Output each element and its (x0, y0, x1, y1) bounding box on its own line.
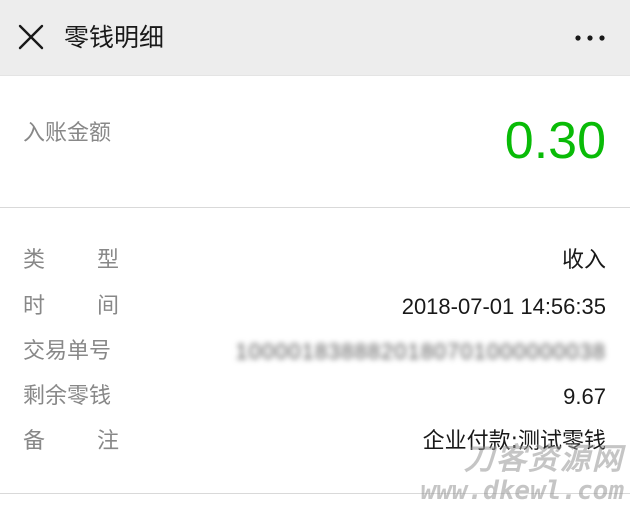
order-number-value[interactable]: 1000018388820180701000000038 (235, 332, 606, 372)
note-label-char-2: 注 (96, 429, 119, 454)
top-navigation-bar: 零钱明细 (0, 0, 630, 76)
time-label-char-2: 间 (96, 294, 119, 319)
amount-value: 0.30 (504, 112, 606, 170)
type-label-char-1: 类 (23, 248, 46, 273)
type-label: 类 型 (23, 241, 119, 281)
type-label-char-2: 型 (96, 248, 119, 273)
detail-row-type: 类 型 收入 (0, 241, 630, 281)
note-label-char-1: 备 (23, 429, 46, 454)
more-options-button[interactable] (572, 26, 608, 50)
note-label: 备 注 (23, 422, 119, 462)
type-value: 收入 (561, 248, 606, 273)
order-number-label: 交易单号 (23, 339, 112, 364)
time-value: 2018-07-01 14:56:35 (401, 294, 606, 319)
detail-row-order-number: 交易单号 1000018388820180701000000038 (0, 332, 630, 372)
time-label-char-1: 时 (23, 294, 46, 319)
balance-label: 剩余零钱 (23, 384, 112, 409)
detail-row-time: 时 间 2018-07-01 14:56:35 (0, 287, 630, 327)
page-title: 零钱明细 (64, 23, 165, 52)
credited-amount-section: 入账金额 0.30 (0, 76, 630, 208)
detail-row-balance: 剩余零钱 9.67 (0, 377, 630, 417)
amount-label: 入账金额 (23, 121, 112, 146)
time-label: 时 间 (23, 287, 119, 327)
more-dots-icon (575, 35, 605, 41)
note-value: 企业付款:测试零钱 (422, 429, 606, 454)
wallet-detail-screen: 零钱明细 入账金额 0.30 类 型 收入 时 间 2018-07-01 14:… (0, 0, 630, 511)
transaction-details: 类 型 收入 时 间 2018-07-01 14:56:35 交易单号 1000… (0, 208, 630, 494)
detail-row-note: 备 注 企业付款:测试零钱 (0, 422, 630, 462)
close-button[interactable] (14, 20, 48, 54)
balance-value: 9.67 (563, 384, 606, 409)
close-icon (18, 24, 44, 50)
